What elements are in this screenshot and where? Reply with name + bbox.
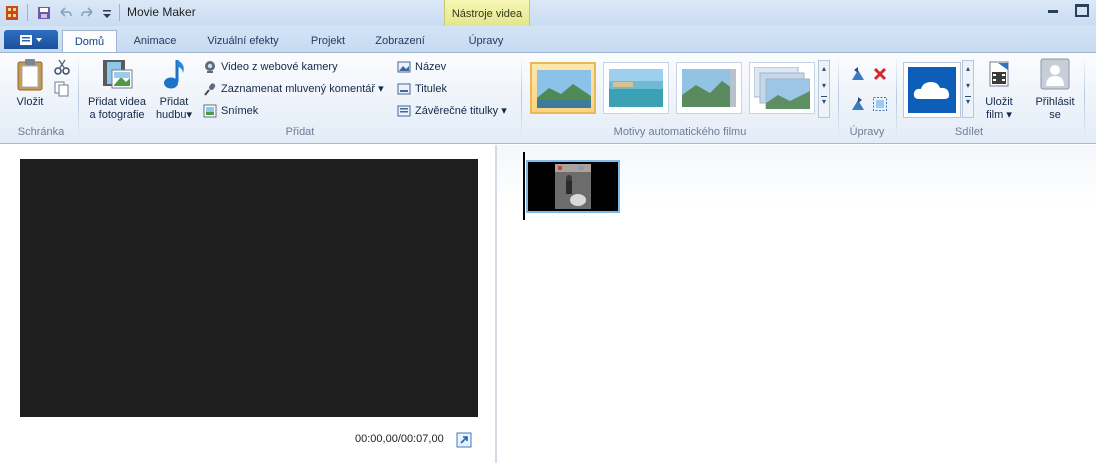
- editing-group-label: Úpravy: [849, 126, 885, 138]
- title-icon: [397, 61, 411, 73]
- select-all-icon[interactable]: [872, 96, 888, 112]
- credits-button[interactable]: Závěrečné titulky ▾: [397, 102, 507, 120]
- landscape-thumbnail: [537, 70, 591, 108]
- record-narration-label: Zaznamenat mluvený komentář: [221, 83, 376, 95]
- webcam-icon: [205, 61, 215, 74]
- playback-indicator[interactable]: [523, 152, 525, 220]
- landscape-thumbnail: [682, 69, 736, 107]
- tab-animations[interactable]: Animace: [122, 30, 188, 52]
- paste-icon: [17, 59, 43, 91]
- record-narration-button[interactable]: Zaznamenat mluvený komentář ▾: [203, 80, 384, 98]
- onedrive-cloud-icon: [913, 82, 950, 99]
- expand-preview-icon[interactable]: [456, 432, 472, 448]
- landscape-thumbnail: [609, 69, 663, 107]
- rotate-right-icon[interactable]: [850, 96, 866, 112]
- title-button[interactable]: Název: [397, 58, 446, 76]
- themes-group-label: Motivy automatického filmu: [613, 126, 747, 138]
- clip-frame: [528, 162, 618, 211]
- tab-edit[interactable]: Úpravy: [448, 30, 524, 52]
- snapshot-button[interactable]: Snímek: [203, 102, 258, 120]
- cut-icon[interactable]: [54, 59, 70, 75]
- music-note-icon: [164, 60, 184, 89]
- maximize-button[interactable]: [1068, 0, 1094, 19]
- share-group-label: Sdílet: [954, 126, 984, 138]
- undo-icon[interactable]: [58, 6, 72, 20]
- theme-thumbnail-contemporary[interactable]: [603, 62, 669, 114]
- theme-thumbnail-fade[interactable]: [749, 62, 815, 114]
- add-music-label: Přidat hudbu: [155, 96, 189, 121]
- webcam-video-label: Video z webové kamery: [221, 61, 338, 73]
- group-separator: [521, 56, 522, 140]
- video-preview[interactable]: [20, 159, 478, 417]
- clipboard-group-label: Schránka: [17, 126, 65, 138]
- group-separator: [78, 56, 79, 140]
- add-videos-photos-button[interactable]: Přidat videa a fotografie: [84, 58, 150, 122]
- rotate-left-icon[interactable]: [850, 66, 866, 82]
- paste-label: Vložit: [16, 96, 44, 108]
- file-menu-icon: [20, 35, 42, 45]
- landscape-thumbnail: [754, 67, 810, 109]
- group-separator: [838, 56, 839, 140]
- redo-icon[interactable]: [81, 6, 95, 20]
- microphone-icon: [204, 83, 216, 96]
- window-title: Movie Maker: [127, 5, 196, 19]
- theme-thumbnail-cinematic[interactable]: [676, 62, 742, 114]
- tab-home[interactable]: Domů: [62, 30, 117, 52]
- webcam-video-button[interactable]: Video z webové kamery: [203, 58, 338, 76]
- contextual-group-label: Nástroje videa: [451, 8, 523, 20]
- video-clip-thumbnail[interactable]: [526, 160, 620, 213]
- user-account-icon: [1040, 58, 1070, 90]
- file-menu-button[interactable]: [4, 30, 58, 49]
- title-label: Název: [415, 61, 447, 73]
- save-icon[interactable]: [37, 6, 51, 20]
- share-gallery-scroll[interactable]: ▴ ▾ ▾: [962, 60, 974, 118]
- snapshot-label: Snímek: [221, 105, 259, 117]
- minimize-button[interactable]: [1040, 0, 1066, 19]
- add-music-button[interactable]: Přidat hudbu▾: [150, 58, 198, 122]
- tab-visual-effects[interactable]: Vizuální efekty: [194, 30, 292, 52]
- app-icon: [6, 6, 18, 20]
- save-movie-button[interactable]: Uložit film ▾: [979, 58, 1019, 122]
- tab-view[interactable]: Zobrazení: [364, 30, 436, 52]
- sign-in-button[interactable]: Přihlásit se: [1030, 58, 1080, 122]
- caption-button[interactable]: Titulek: [397, 80, 447, 98]
- credits-label: Závěrečné titulky: [415, 105, 499, 117]
- credits-icon: [397, 105, 411, 117]
- title-bar: Movie Maker: [0, 0, 1096, 26]
- onedrive-tile: [908, 67, 956, 113]
- customize-quick-access-icon[interactable]: [102, 9, 112, 19]
- caption-icon: [397, 83, 411, 95]
- tab-project[interactable]: Projekt: [298, 30, 358, 52]
- paste-button[interactable]: Vložit: [8, 58, 52, 109]
- caption-label: Titulek: [415, 83, 447, 95]
- group-separator: [896, 56, 897, 140]
- add-group-label: Přidat: [285, 126, 315, 138]
- add-videos-photos-label: Přidat videa a fotografie: [87, 96, 147, 121]
- playback-time: 00:00,00/00:07,00: [355, 433, 444, 445]
- add-videos-photos-icon: [103, 60, 133, 89]
- themes-gallery-scroll[interactable]: ▴ ▾ ▾: [818, 60, 830, 118]
- theme-thumbnail-default[interactable]: [530, 62, 596, 114]
- save-movie-label: Uložit film: [985, 96, 1013, 121]
- remove-icon[interactable]: [872, 66, 888, 82]
- group-separator: [1084, 56, 1085, 140]
- snapshot-icon: [203, 104, 217, 118]
- copy-icon[interactable]: [54, 81, 70, 97]
- save-movie-icon: [989, 61, 1009, 87]
- onedrive-share-button[interactable]: [903, 62, 961, 118]
- contextual-tab-group: Nástroje videa: [444, 0, 530, 29]
- sign-in-label: Přihlásit se: [1035, 96, 1075, 121]
